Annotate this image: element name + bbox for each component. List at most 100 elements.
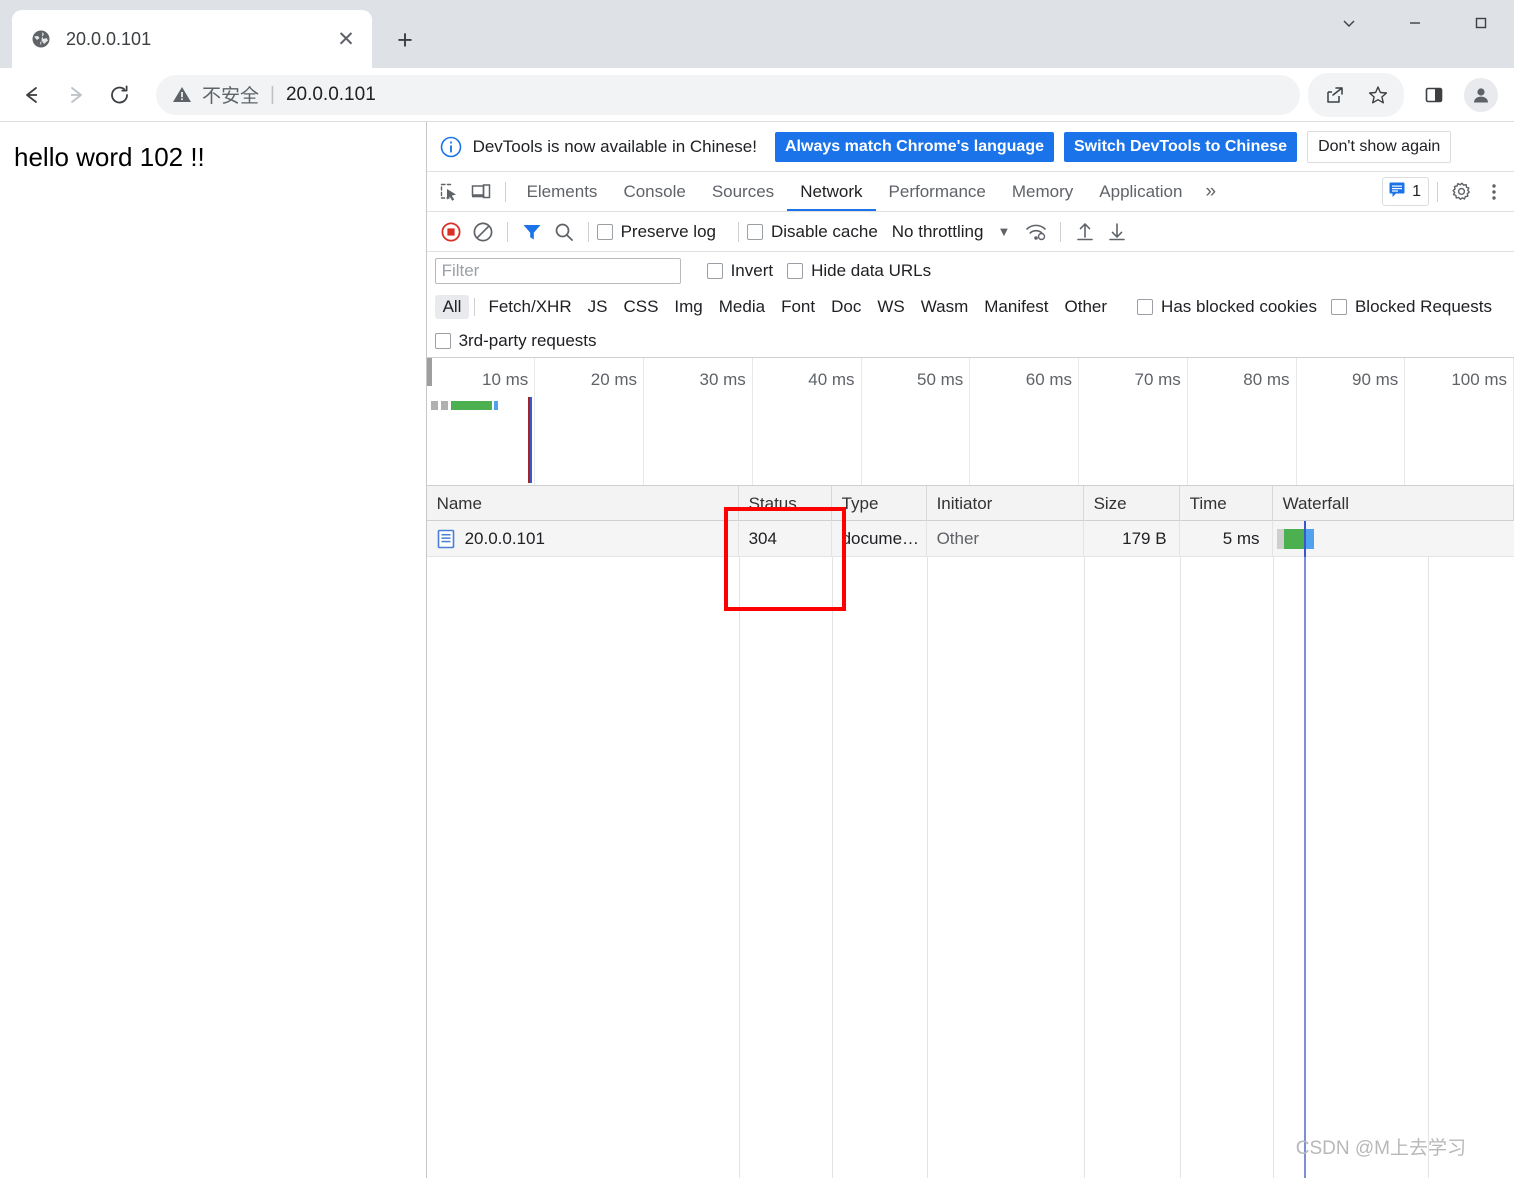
record-stop-icon[interactable] <box>435 216 467 248</box>
type-chip-other[interactable]: Other <box>1057 295 1116 319</box>
table-header-row: Name Status Type Initiator Size Time Wat… <box>426 485 1514 521</box>
tab-sources[interactable]: Sources <box>699 172 787 211</box>
tab-strip: 20.0.0.101 ✕ + <box>0 0 1514 68</box>
overview-load-event-marker <box>529 397 532 483</box>
filter-funnel-icon[interactable] <box>516 216 548 248</box>
device-toolbar-icon[interactable] <box>465 176 497 208</box>
page-body-text: hello word 102 !! <box>14 142 205 172</box>
tab-application[interactable]: Application <box>1086 172 1195 211</box>
column-header-status[interactable]: Status <box>739 485 832 521</box>
column-header-type[interactable]: Type <box>832 485 927 521</box>
invert-label: Invert <box>730 261 774 280</box>
search-icon[interactable] <box>548 216 580 248</box>
content-split: hello word 102 !! DevTools is now availa… <box>0 122 1514 1178</box>
type-chip-css[interactable]: CSS <box>615 295 666 319</box>
preserve-log-checkbox[interactable] <box>596 223 613 240</box>
third-party-requests-checkbox[interactable] <box>434 332 451 349</box>
actions-divider <box>1437 181 1438 202</box>
type-chip-wasm[interactable]: Wasm <box>913 295 977 319</box>
type-chip-img[interactable]: Img <box>666 295 710 319</box>
export-har-icon[interactable] <box>1101 216 1133 248</box>
blocked-requests-checkbox[interactable] <box>1330 299 1347 315</box>
network-overview-timeline[interactable]: 10 ms 20 ms 30 ms 40 ms 50 ms 60 ms 70 m… <box>426 358 1514 486</box>
cell-waterfall <box>1273 520 1514 557</box>
tab-console[interactable]: Console <box>610 172 698 211</box>
gear-icon[interactable] <box>1446 176 1478 208</box>
not-secure-warning-icon[interactable] <box>172 85 192 104</box>
toolbar-divider-4 <box>1060 221 1062 242</box>
browser-toolbar-actions <box>1308 72 1504 117</box>
chevron-down-icon[interactable]: ▼ <box>997 224 1010 239</box>
cell-size: 179 B <box>1084 520 1180 557</box>
hide-data-urls-label: Hide data URLs <box>811 261 932 280</box>
new-tab-button[interactable]: + <box>386 21 424 59</box>
cell-time: 5 ms <box>1180 520 1273 557</box>
omnibox-separator: | <box>270 83 275 105</box>
cell-name[interactable]: 20.0.0.101 <box>427 520 739 557</box>
filter-input[interactable] <box>434 258 681 284</box>
omnibox-action-group <box>1308 72 1404 117</box>
devtools-kebab-menu-icon[interactable] <box>1478 176 1510 208</box>
console-message-badge[interactable]: 1 <box>1382 177 1429 206</box>
tab-elements[interactable]: Elements <box>514 172 611 211</box>
cell-status: 304 <box>739 520 832 557</box>
browser-tab[interactable]: 20.0.0.101 ✕ <box>12 10 372 68</box>
request-name: 20.0.0.101 <box>464 528 545 548</box>
info-icon <box>439 135 463 159</box>
address-bar[interactable]: 不安全 | 20.0.0.101 <box>156 74 1300 115</box>
type-chip-ws[interactable]: WS <box>869 295 912 319</box>
tab-network[interactable]: Network <box>787 172 876 211</box>
third-party-requests-label: 3rd-party requests <box>458 330 597 350</box>
forward-button[interactable] <box>54 73 98 117</box>
message-bubble-icon <box>1388 180 1406 203</box>
side-panel-icon[interactable] <box>1412 73 1456 117</box>
hide-data-urls-checkbox[interactable] <box>787 263 804 279</box>
type-chip-manifest[interactable]: Manifest <box>976 295 1056 319</box>
import-har-icon[interactable] <box>1069 216 1101 248</box>
network-toolbar: Preserve log Disable cache No throttling… <box>426 212 1514 252</box>
column-header-initiator[interactable]: Initiator <box>927 485 1084 521</box>
type-chip-font[interactable]: Font <box>773 295 823 319</box>
overview-ticks: 10 ms 20 ms 30 ms 40 ms 50 ms 60 ms 70 m… <box>427 358 1514 485</box>
type-chip-js[interactable]: JS <box>580 295 616 319</box>
resource-type-filters: All Fetch/XHR JS CSS Img Media Font Doc … <box>426 290 1514 324</box>
bookmark-star-icon[interactable] <box>1356 73 1400 117</box>
maximize-window-icon[interactable] <box>1448 0 1514 46</box>
share-icon[interactable] <box>1312 73 1356 117</box>
table-row[interactable]: 20.0.0.101 304 docume… Other 179 B 5 ms <box>426 520 1514 557</box>
watermark-text: CSDN @M上去学习 <box>1295 1138 1466 1159</box>
preserve-log-label: Preserve log <box>620 221 716 241</box>
reload-button[interactable] <box>98 73 142 117</box>
window-controls <box>1316 0 1514 46</box>
profile-avatar[interactable] <box>1464 77 1498 112</box>
back-button[interactable] <box>10 73 54 117</box>
type-chip-fetch-xhr[interactable]: Fetch/XHR <box>480 295 579 319</box>
type-chip-media[interactable]: Media <box>711 295 773 319</box>
disable-cache-checkbox[interactable] <box>747 223 763 240</box>
tab-performance[interactable]: Performance <box>876 172 999 211</box>
column-header-name[interactable]: Name <box>427 485 739 521</box>
tab-search-chevron-icon[interactable] <box>1316 0 1382 46</box>
overview-tick-label: 10 ms <box>482 370 529 389</box>
inspect-element-icon[interactable] <box>433 176 465 208</box>
throttling-select[interactable]: No throttling <box>892 222 984 242</box>
column-header-size[interactable]: Size <box>1084 485 1180 521</box>
more-tabs-chevron-icon[interactable]: » <box>1195 181 1226 203</box>
switch-devtools-language-button[interactable]: Switch DevTools to Chinese <box>1064 131 1298 162</box>
always-match-language-button[interactable]: Always match Chrome's language <box>775 131 1054 162</box>
clear-requests-icon[interactable] <box>467 216 499 248</box>
page-viewport: hello word 102 !! <box>0 122 427 1178</box>
column-header-time[interactable]: Time <box>1180 485 1273 521</box>
column-header-waterfall[interactable]: Waterfall <box>1273 485 1514 521</box>
minimize-window-icon[interactable] <box>1382 0 1448 46</box>
close-tab-icon[interactable]: ✕ <box>332 25 360 53</box>
banner-message: DevTools is now available in Chinese! <box>472 136 757 156</box>
tab-memory[interactable]: Memory <box>999 172 1086 211</box>
has-blocked-cookies-checkbox[interactable] <box>1137 299 1154 315</box>
dont-show-again-button[interactable]: Don't show again <box>1307 130 1452 163</box>
invert-checkbox[interactable] <box>706 263 723 279</box>
network-conditions-icon[interactable] <box>1020 216 1052 248</box>
table-empty-area <box>426 557 1514 1178</box>
type-chip-doc[interactable]: Doc <box>823 295 869 319</box>
type-chip-all[interactable]: All <box>434 295 470 319</box>
